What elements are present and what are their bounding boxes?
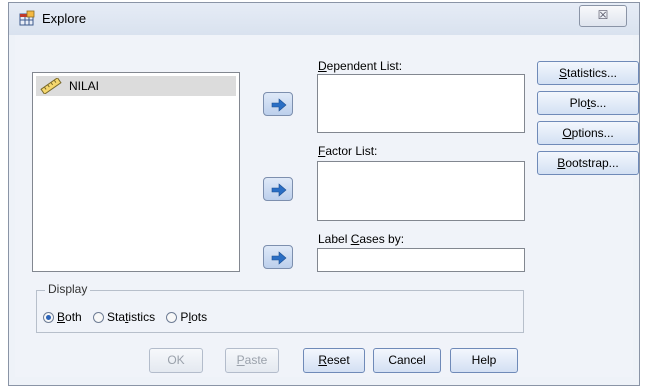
label-part: Plo [569,96,587,110]
label-cases-box[interactable] [317,248,525,272]
close-icon: ☒ [597,8,609,22]
label-part: oth [65,310,82,324]
label-part: ases by: [359,232,405,246]
label-part: ependent List: [326,59,403,73]
plots-button[interactable]: Plots... [537,91,639,115]
statistics-button[interactable]: Statistics... [537,61,639,85]
scale-ruler-icon [40,78,62,94]
cancel-button[interactable]: Cancel [373,348,441,373]
factor-list-label: Factor List: [318,144,377,158]
label-part: s... [590,96,607,110]
label-part: Label [318,232,351,246]
label-mnemonic: B [57,310,66,324]
dependent-list-box[interactable] [317,74,525,133]
label-mnemonic: R [318,353,327,367]
paste-button[interactable]: Paste [225,348,279,373]
label-part: tatistics... [567,66,618,80]
label-part: istics [128,310,156,324]
reset-button[interactable]: Reset [303,348,365,373]
radio-plots[interactable]: Plots [166,310,207,324]
right-arrow-icon [271,98,287,112]
radio-unchecked-icon[interactable] [166,312,178,323]
label-part: ootstrap... [565,156,619,170]
button-label: Cancel [388,353,426,367]
label-part: ptions... [571,126,614,140]
move-to-factor-button[interactable] [263,177,293,201]
button-label: Help [471,353,497,367]
right-arrow-icon [271,183,287,197]
label-part: Sta [107,310,126,324]
window-title: Explore [42,11,87,26]
ok-button[interactable]: OK [149,348,203,373]
label-cases-label: Label Cases by: [318,232,404,246]
options-button[interactable]: Options... [537,121,639,145]
radio-unchecked-icon[interactable] [93,312,105,323]
radio-statistics[interactable]: Statistics [93,310,155,324]
title-bar[interactable]: Explore ☒ [9,3,639,35]
radio-checked-icon[interactable] [43,312,54,323]
label-part: eset [326,353,350,367]
label-part: actor List: [325,144,378,158]
right-arrow-icon [271,251,287,265]
label-mnemonic: O [562,126,572,140]
display-group: Display Both Statistics Plots [36,282,524,333]
close-button[interactable]: ☒ [579,5,627,27]
move-to-label-cases-button[interactable] [263,245,293,269]
radio-both[interactable]: Both [43,310,82,324]
label-mnemonic: S [558,66,567,80]
label-part: ots [191,310,208,324]
bootstrap-button[interactable]: Bootstrap... [537,151,639,175]
list-item[interactable]: NILAI [36,76,236,96]
label-part: aste [244,353,268,367]
explore-dialog: Explore ☒ NILAI Dependent List: Factor L… [8,2,640,386]
label-mnemonic: P [236,353,245,367]
spss-table-icon [19,10,35,26]
display-radio-row: Both Statistics Plots [43,310,215,324]
dependent-list-label: Dependent List: [318,59,402,73]
factor-list-box[interactable] [317,161,525,221]
variable-label: NILAI [69,79,100,93]
source-variable-list[interactable]: NILAI [32,72,240,272]
button-label: OK [167,353,185,367]
help-button[interactable]: Help [450,348,518,373]
label-mnemonic: D [318,59,327,73]
display-legend: Display [45,282,91,296]
move-to-dependent-button[interactable] [263,92,293,116]
